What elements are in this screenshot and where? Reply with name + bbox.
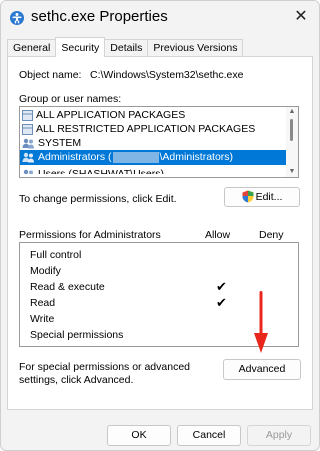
allow-check-icon: ✔ xyxy=(216,295,227,310)
shield-icon xyxy=(242,190,254,203)
title-bar: sethc.exe Properties ✕ xyxy=(1,1,319,35)
permission-row: Special permissions xyxy=(30,327,290,343)
list-item[interactable]: SYSTEM xyxy=(20,136,286,151)
scroll-thumb[interactable] xyxy=(290,119,293,141)
apply-button[interactable]: Apply xyxy=(247,425,311,446)
users-icon xyxy=(22,138,34,149)
advanced-hint: For special permissions or advanced sett… xyxy=(19,361,190,386)
list-item[interactable]: ALL RESTRICTED APPLICATION PACKAGES xyxy=(20,122,286,137)
object-name-value: C:\Windows\System32\sethc.exe xyxy=(90,69,244,81)
allow-column-header: Allow xyxy=(205,229,231,241)
cancel-button[interactable]: Cancel xyxy=(177,425,241,446)
package-icon xyxy=(22,124,33,135)
permission-row: Full control xyxy=(30,247,290,263)
security-panel: Object name: C:\Windows\System32\sethc.e… xyxy=(7,56,313,410)
edit-button[interactable]: Edit... xyxy=(224,187,300,207)
list-item-label: Users (SHASHWAT\Users) xyxy=(38,168,164,178)
permission-name: Full control xyxy=(30,249,82,261)
permission-row: Write xyxy=(30,311,290,327)
permission-name: Special permissions xyxy=(30,329,124,341)
group-names-label: Group or user names: xyxy=(19,93,122,105)
object-name-label: Object name: xyxy=(19,69,82,81)
permission-row: Read ✔ xyxy=(30,295,290,311)
list-item-selected[interactable]: Administrators ( \Administrators) xyxy=(20,150,286,165)
tab-details[interactable]: Details xyxy=(104,39,149,57)
window-title: sethc.exe Properties xyxy=(31,8,168,25)
users-icon xyxy=(23,169,33,174)
package-icon xyxy=(22,110,33,121)
edit-button-label: Edit... xyxy=(255,191,283,203)
permission-name: Write xyxy=(30,313,55,325)
list-item[interactable]: Users (SHASHWAT\Users) xyxy=(20,167,286,178)
users-icon xyxy=(22,152,34,163)
tab-security[interactable]: Security xyxy=(55,37,106,57)
tab-general[interactable]: General xyxy=(7,39,57,57)
permissions-title: Permissions for Administrators xyxy=(19,229,161,241)
list-item-label: ALL RESTRICTED APPLICATION PACKAGES xyxy=(36,123,256,135)
group-user-list[interactable]: ALL APPLICATION PACKAGES ALL RESTRICTED … xyxy=(19,106,299,178)
permission-row: Modify xyxy=(30,263,290,279)
properties-dialog: sethc.exe Properties ✕ General Security … xyxy=(0,0,320,451)
scroll-down-icon[interactable]: ▼ xyxy=(288,168,296,176)
advanced-button[interactable]: Advanced xyxy=(223,359,301,380)
app-icon xyxy=(10,11,24,25)
allow-check-icon: ✔ xyxy=(216,279,227,294)
permission-name: Modify xyxy=(30,265,61,277)
close-icon[interactable]: ✕ xyxy=(289,5,313,29)
list-scrollbar[interactable]: ▲ ▼ xyxy=(286,107,298,177)
list-item-label: SYSTEM xyxy=(38,137,82,149)
tab-previous-versions[interactable]: Previous Versions xyxy=(147,39,244,57)
list-item-label-suffix: \Administrators) xyxy=(159,151,234,163)
scroll-up-icon[interactable]: ▲ xyxy=(288,108,296,116)
tab-strip: General Security Details Previous Versio… xyxy=(7,37,244,57)
permission-name: Read & execute xyxy=(30,281,105,293)
red-arrow-annotation xyxy=(254,291,268,353)
ok-button[interactable]: OK xyxy=(107,425,171,446)
permission-name: Read xyxy=(30,297,56,309)
list-item-label-prefix: Administrators ( xyxy=(38,151,112,163)
list-item-label: ALL APPLICATION PACKAGES xyxy=(36,109,186,121)
redacted-region xyxy=(112,152,159,163)
deny-column-header: Deny xyxy=(259,229,284,241)
permission-row: Read & execute ✔ xyxy=(30,279,290,295)
list-item[interactable]: ALL APPLICATION PACKAGES xyxy=(20,108,286,123)
change-permissions-hint: To change permissions, click Edit. xyxy=(19,193,177,205)
